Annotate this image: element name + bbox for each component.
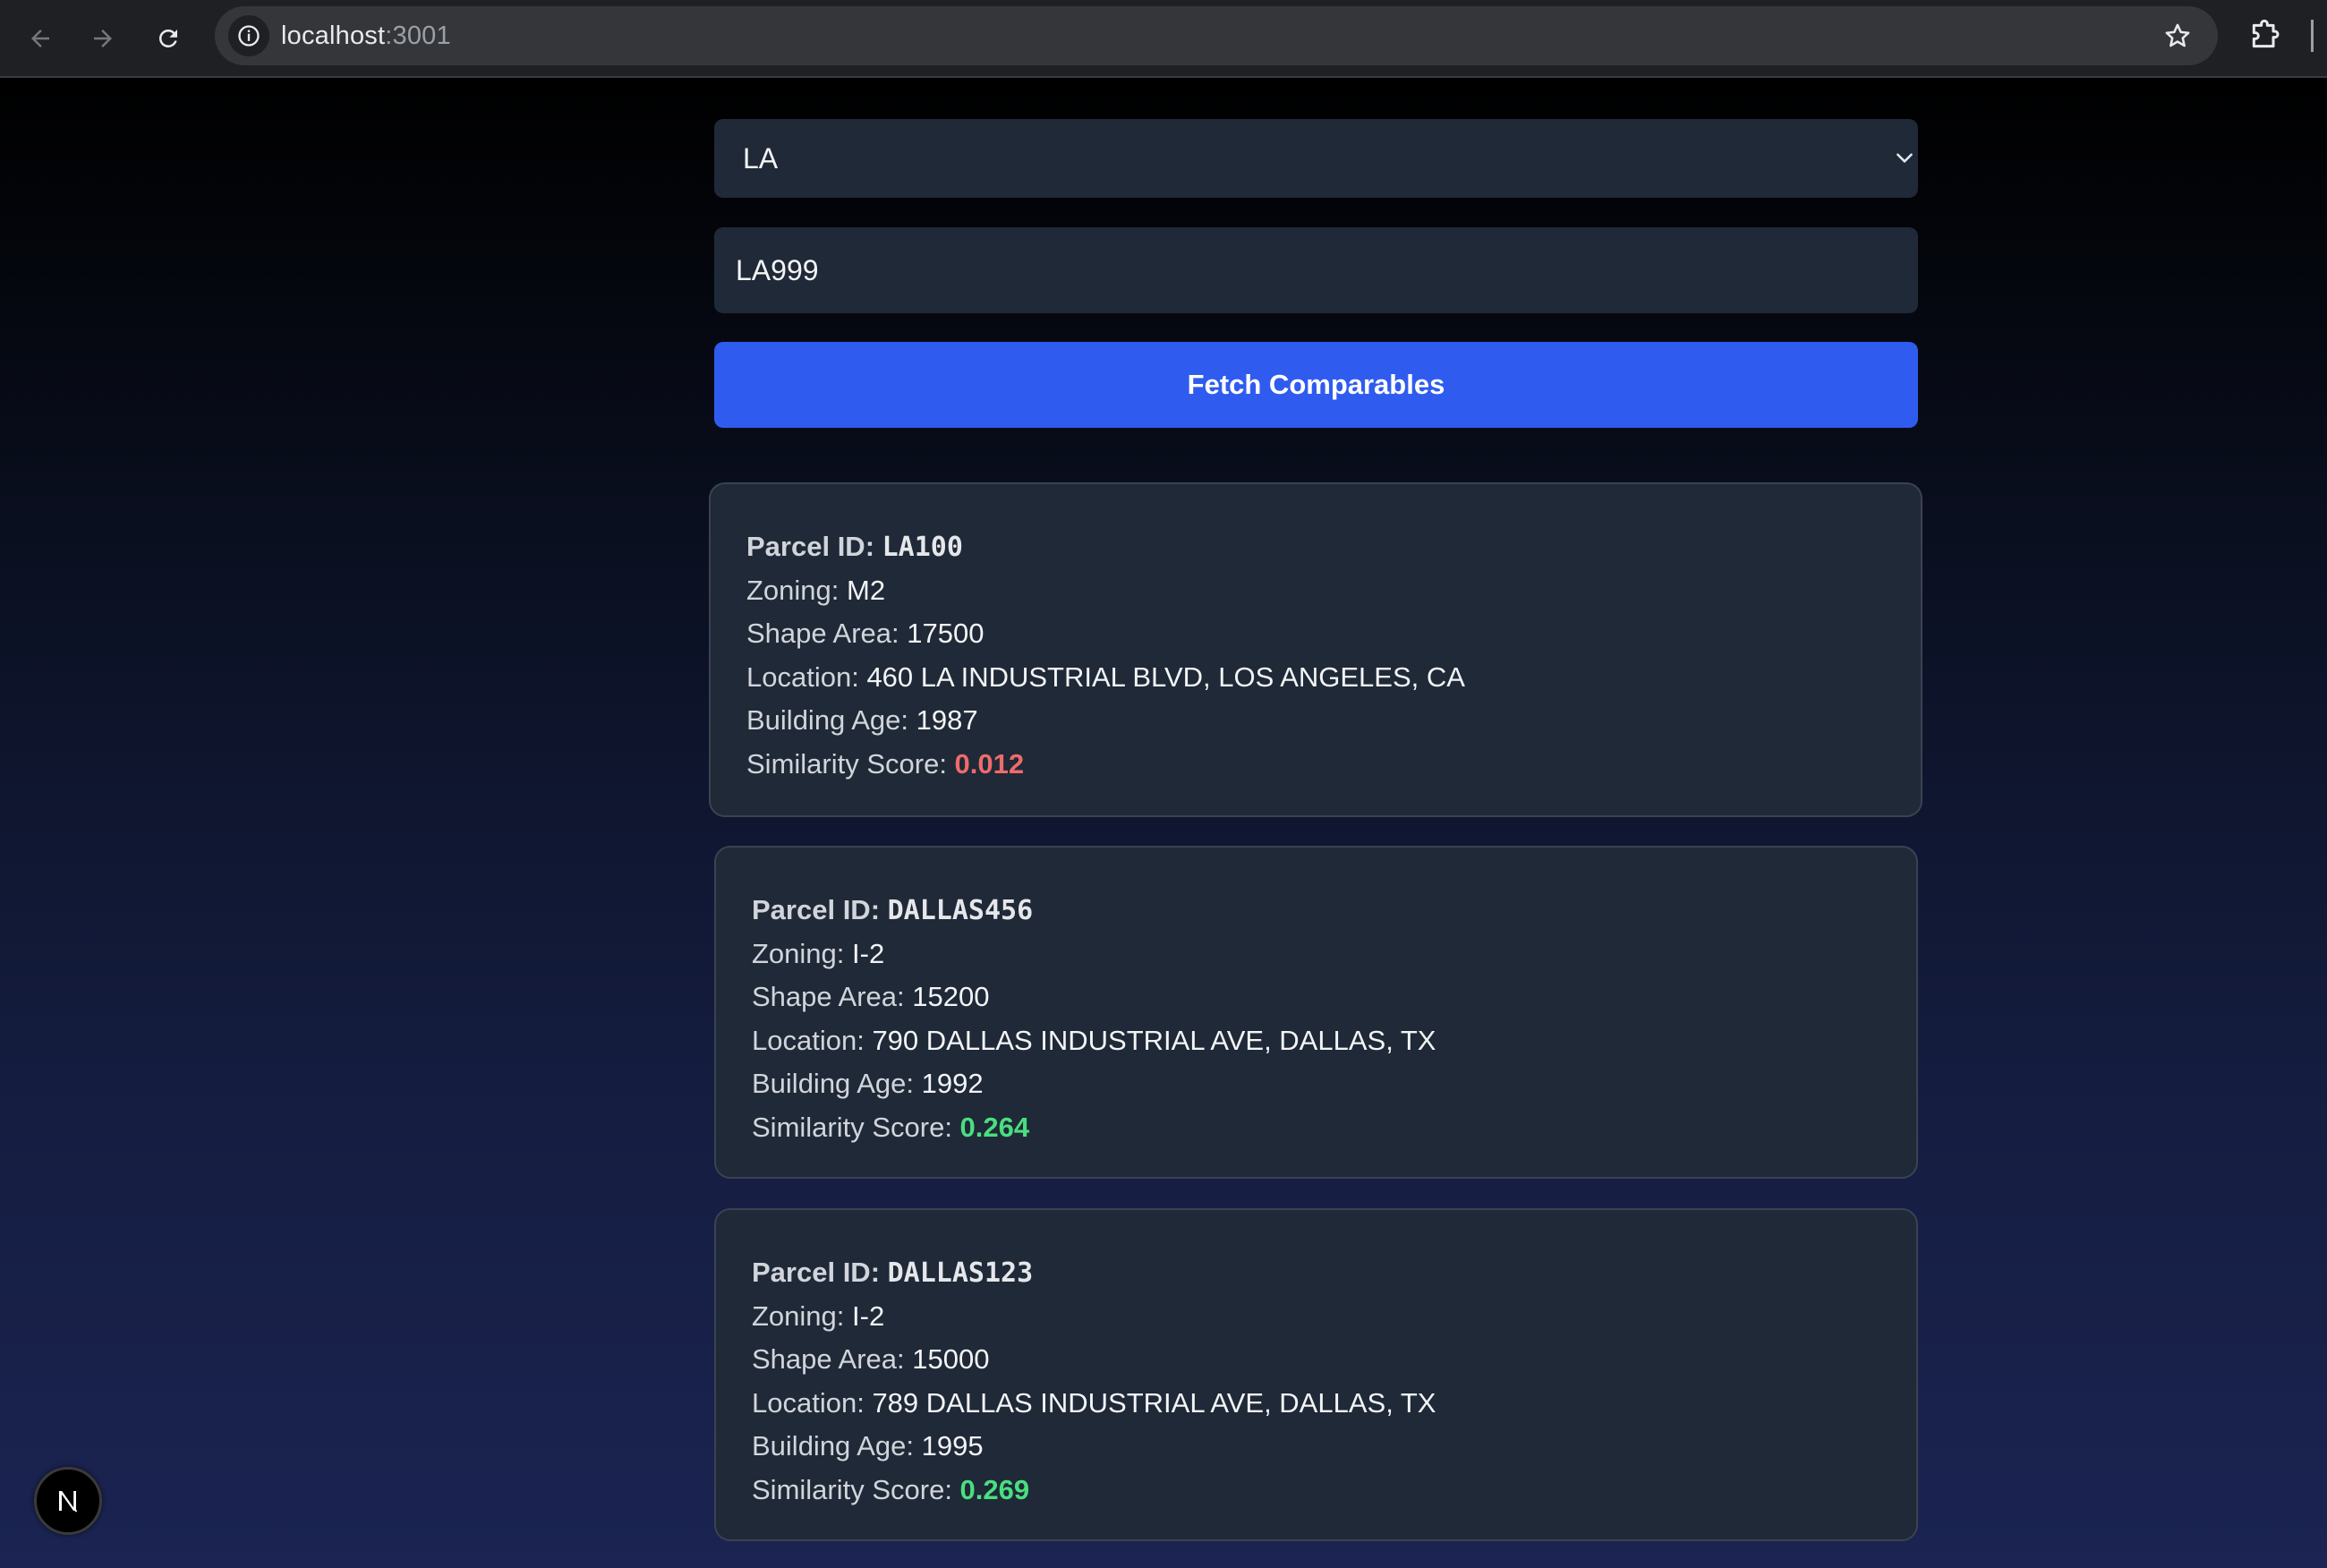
building-age-row: Building Age: 1995 (752, 1430, 984, 1461)
result-card: Parcel ID: DALLAS123 Zoning: I-2 Shape A… (714, 1208, 1918, 1541)
zoning-row: Zoning: M2 (746, 574, 886, 606)
parcel-id-input[interactable]: LA999 (714, 227, 1918, 313)
city-select-value: LA (743, 142, 779, 175)
parcel-id-value: DALLAS123 (887, 1257, 1034, 1289)
shape-area-row: Shape Area: 15000 (752, 1343, 990, 1375)
building-age-row: Building Age: 1987 (746, 704, 978, 736)
back-arrow-icon (31, 30, 49, 47)
parcel-id-row: Parcel ID: LA100 (746, 531, 963, 563)
result-card: Parcel ID: DALLAS456 Zoning: I-2 Shape A… (714, 846, 1918, 1179)
nextjs-logo-icon (59, 1491, 78, 1513)
similarity-row: Similarity Score: 0.012 (746, 747, 1025, 780)
shape-area-row: Shape Area: 15200 (752, 981, 990, 1012)
zoning-row: Zoning: I-2 (752, 1300, 885, 1332)
reload-button[interactable] (146, 16, 191, 61)
similarity-score: 0.269 (959, 1473, 1030, 1505)
url-text[interactable]: localhost:3001 (281, 6, 451, 65)
zoning-row: Zoning: I-2 (752, 937, 885, 969)
similarity-score: 0.012 (954, 747, 1025, 780)
parcel-id-row: Parcel ID: DALLAS456 (752, 894, 1034, 926)
parcel-id-row: Parcel ID: DALLAS123 (752, 1257, 1034, 1289)
fetch-comparables-button[interactable]: Fetch Comparables (714, 342, 1918, 428)
reload-icon (158, 29, 177, 47)
toolbar-divider (2311, 20, 2314, 52)
chevron-down-icon (1897, 153, 1913, 163)
extensions-icon[interactable] (2246, 18, 2282, 54)
star-icon[interactable] (2162, 21, 2193, 51)
info-icon[interactable] (228, 15, 269, 56)
building-age-row: Building Age: 1992 (752, 1068, 984, 1099)
forward-button[interactable] (81, 16, 125, 61)
parcel-id-value: LA100 (882, 532, 963, 563)
parcel-id-value: DALLAS456 (887, 895, 1034, 926)
parcel-id-input-value: LA999 (736, 254, 819, 286)
forward-arrow-icon (94, 30, 112, 47)
city-select[interactable]: LA (714, 119, 1918, 198)
location-row: Location: 790 DALLAS INDUSTRIAL AVE, DAL… (752, 1024, 1436, 1056)
page-content: LA LA999 Fetch Comparables Parcel ID: LA… (0, 80, 2327, 1568)
location-row: Location: 789 DALLAS INDUSTRIAL AVE, DAL… (752, 1386, 1436, 1419)
similarity-row: Similarity Score: 0.264 (752, 1111, 1030, 1143)
address-bar[interactable]: localhost:3001 (215, 6, 2218, 65)
result-card: Parcel ID: LA100 Zoning: M2 Shape Area: … (709, 482, 1922, 817)
browser-toolbar: localhost:3001 (0, 0, 2327, 78)
shape-area-row: Shape Area: 17500 (746, 618, 984, 649)
similarity-row: Similarity Score: 0.269 (752, 1473, 1030, 1505)
back-button[interactable] (18, 16, 63, 61)
location-row: Location: 460 LA INDUSTRIAL BLVD, LOS AN… (746, 660, 1465, 693)
nextjs-dev-badge[interactable] (34, 1467, 102, 1535)
similarity-score: 0.264 (959, 1111, 1030, 1143)
